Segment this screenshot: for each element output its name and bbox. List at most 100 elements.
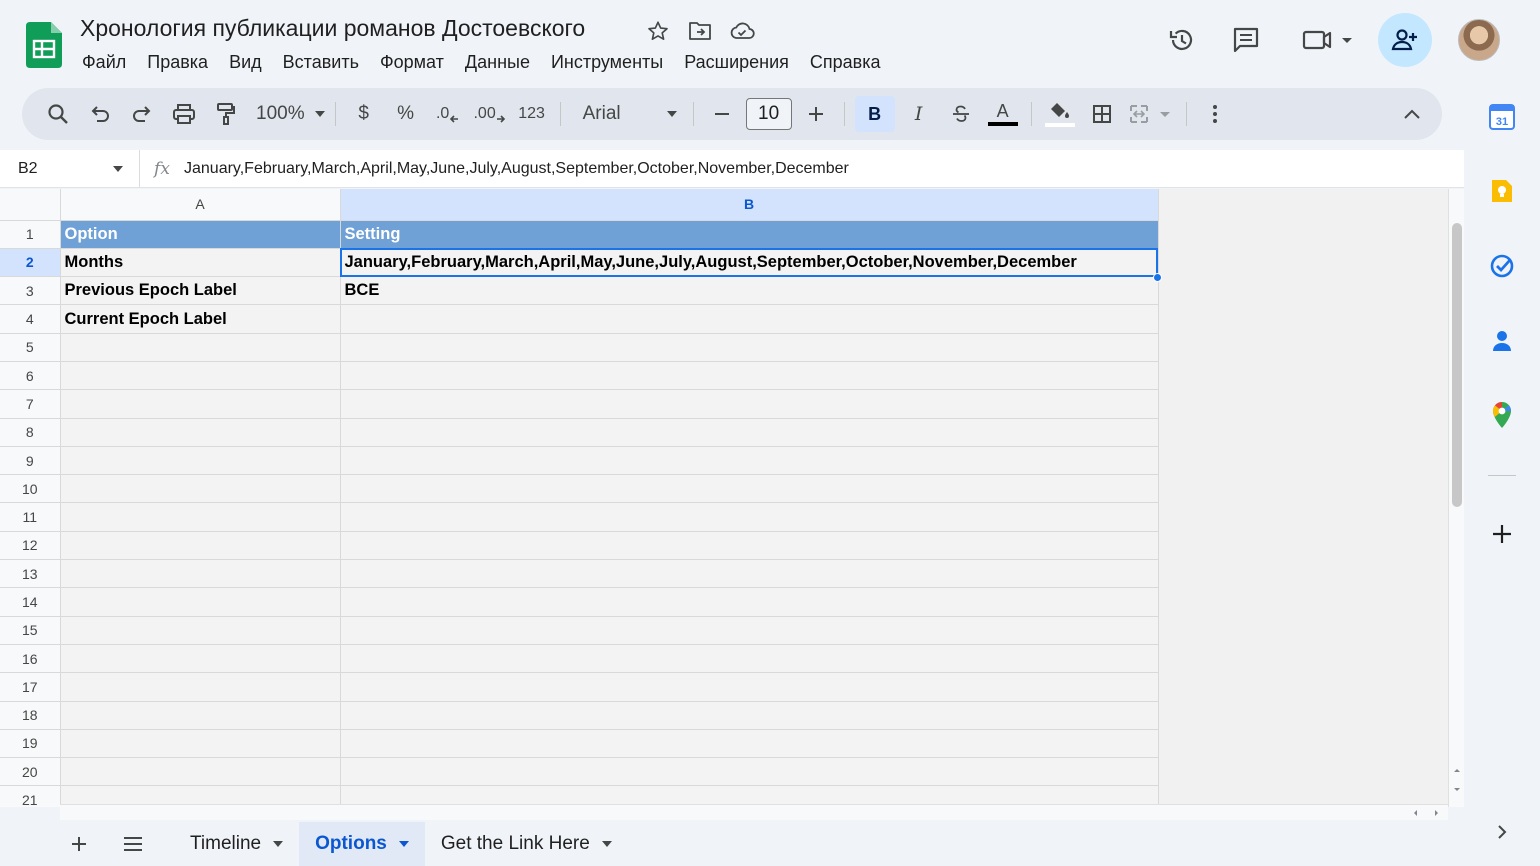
add-sheet-button[interactable] [52,822,106,866]
number-format-button[interactable]: 123 [514,96,550,132]
vertical-scroll-thumb[interactable] [1452,223,1462,507]
all-sheets-button[interactable] [106,822,160,866]
row-header[interactable]: 9 [0,446,61,476]
cell[interactable] [340,418,1159,447]
cell[interactable] [60,757,341,787]
row-header[interactable]: 6 [0,361,61,391]
row-header[interactable]: 8 [0,418,61,447]
cell[interactable] [60,701,341,730]
share-button[interactable] [1378,13,1432,67]
menu-help[interactable]: Справка [799,50,891,74]
row-header[interactable]: 17 [0,672,61,702]
undo-icon[interactable] [82,96,118,132]
redo-icon[interactable] [124,96,160,132]
column-header-b[interactable]: B [340,189,1159,221]
print-icon[interactable] [166,96,202,132]
spreadsheet-grid[interactable]: A B 1 Option Setting 2 Months January,Fe… [0,189,1464,807]
cell-a1[interactable]: Option [60,220,341,249]
row-header[interactable]: 7 [0,389,61,419]
horizontal-scrollbar[interactable] [60,804,1448,820]
row-header[interactable]: 19 [0,729,61,759]
cell-b2[interactable]: January,February,March,April,May,June,Ju… [340,248,1159,278]
chevron-down-icon[interactable] [601,841,612,847]
column-header-a[interactable]: A [60,189,341,221]
decrease-font-size-button[interactable] [704,96,740,132]
percent-format-button[interactable]: % [388,96,424,132]
contacts-icon[interactable] [1488,327,1516,355]
scroll-left-icon[interactable] [1410,808,1420,818]
keep-icon[interactable] [1488,177,1516,205]
add-addon-icon[interactable] [1488,520,1516,548]
zoom-select[interactable]: 100% [250,103,331,125]
cell[interactable] [60,729,341,759]
chevron-down-icon[interactable] [398,841,409,847]
row-header[interactable]: 5 [0,333,61,362]
sheet-tab-get-the-link-here[interactable]: Get the Link Here [425,822,628,866]
chevron-down-icon[interactable] [273,841,284,847]
cell[interactable] [60,616,341,645]
menu-edit[interactable]: Правка [137,50,219,74]
fill-color-icon[interactable] [1042,96,1078,132]
formula-input[interactable]: January,February,March,April,May,June,Ju… [184,160,849,178]
selection-fill-handle[interactable] [1153,273,1162,282]
collapse-toolbar-icon[interactable] [1394,96,1430,132]
row-header[interactable]: 4 [0,304,61,334]
cell[interactable] [340,587,1159,617]
cell[interactable] [340,389,1159,419]
document-title[interactable]: Хронология публикации романов Достоевско… [80,15,585,42]
cell[interactable] [340,701,1159,730]
font-family-select[interactable]: Arial [571,103,689,125]
cell[interactable] [340,672,1159,702]
row-header[interactable]: 3 [0,276,61,306]
sheet-tab-options[interactable]: Options [299,822,425,866]
tasks-icon[interactable] [1488,252,1516,280]
currency-format-button[interactable]: $ [346,96,382,132]
cell[interactable] [60,333,341,362]
cell[interactable] [60,644,341,674]
menu-data[interactable]: Данные [454,50,540,74]
font-size-input[interactable]: 10 [745,98,792,130]
merge-cells-icon[interactable] [1126,96,1176,132]
scroll-right-icon[interactable] [1432,808,1442,818]
cell[interactable] [340,644,1159,674]
bold-button[interactable]: B [854,96,895,132]
cell[interactable] [60,361,341,391]
row-header[interactable]: 11 [0,502,61,532]
cell[interactable] [60,559,341,589]
cell[interactable] [60,474,341,504]
row-header[interactable]: 16 [0,644,61,674]
increase-decimal-button[interactable]: .00 [472,96,508,132]
menu-view[interactable]: Вид [219,50,273,74]
sheet-tab-timeline[interactable]: Timeline [174,822,299,866]
name-box[interactable]: B2 [0,150,140,187]
strikethrough-icon[interactable] [943,96,979,132]
comment-icon[interactable] [1224,18,1268,62]
increase-font-size-button[interactable] [798,96,834,132]
cell[interactable] [340,757,1159,787]
cell[interactable] [340,729,1159,759]
chevron-right-icon[interactable] [1488,818,1516,846]
cell-b1[interactable]: Setting [340,220,1159,249]
menu-format[interactable]: Формат [369,50,454,74]
row-header[interactable]: 14 [0,587,61,617]
folder-move-icon[interactable] [686,17,714,45]
select-all-corner[interactable] [0,189,61,221]
row-header[interactable]: 1 [0,220,61,249]
avatar[interactable] [1458,19,1500,61]
menu-extensions[interactable]: Расширения [674,50,800,74]
sheets-logo-icon[interactable] [26,22,62,68]
cell[interactable] [60,672,341,702]
menu-file[interactable]: Файл [80,50,137,74]
cell-a3[interactable]: Previous Epoch Label [60,276,341,306]
history-icon[interactable] [1160,18,1204,62]
cell[interactable] [60,587,341,617]
cell-b4[interactable] [340,304,1159,334]
scroll-down-icon[interactable] [1452,785,1462,795]
row-header[interactable]: 12 [0,531,61,561]
cell[interactable] [340,616,1159,645]
cloud-saved-icon[interactable] [728,17,756,45]
decrease-decimal-button[interactable]: .0 [430,96,466,132]
cell[interactable] [340,333,1159,362]
cell[interactable] [340,446,1159,476]
borders-icon[interactable] [1084,96,1120,132]
